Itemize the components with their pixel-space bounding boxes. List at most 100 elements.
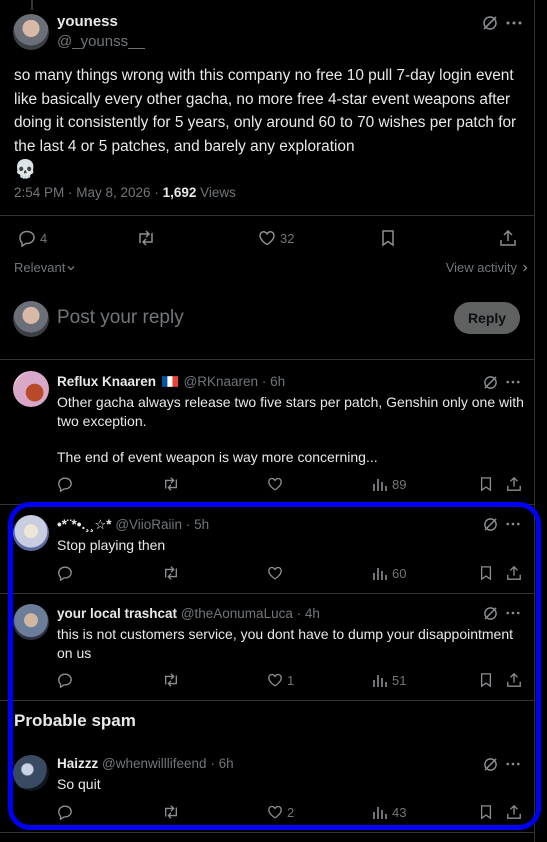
views-action[interactable]: 43 [372,804,406,820]
views-action[interactable]: 60 [372,565,406,581]
grok-icon[interactable] [481,515,499,533]
repost-action[interactable] [162,476,180,492]
reply-avatar[interactable] [13,371,49,407]
views-count: 51 [392,672,407,688]
share-action[interactable] [506,476,522,492]
reply-time[interactable]: 6h [219,756,234,771]
own-avatar[interactable] [13,301,49,337]
bookmark-action[interactable] [380,229,396,247]
bookmark-icon [480,805,492,820]
views-count: 1,692 [162,185,197,200]
reply-avatar[interactable] [13,515,49,551]
like-action[interactable]: 1 [267,672,294,688]
reply-handle[interactable]: @whenwilllifeend [102,756,207,771]
author-name[interactable]: youness [57,13,118,30]
reply-action[interactable] [57,672,73,688]
reply-header: Reflux Knaaren @RKnaaren · 6h [57,374,285,389]
repost-action[interactable] [162,804,180,820]
share-icon [507,476,521,491]
reply-handle[interactable]: @theAonumaLuca [181,606,293,621]
like-action[interactable]: 2 [267,804,294,820]
reply-time[interactable]: 4h [305,606,320,621]
share-action[interactable] [506,565,522,581]
more-options-icon[interactable] [504,755,522,773]
reply-author[interactable]: Reflux Knaaren [57,374,156,389]
post-timestamp[interactable]: 2:54 PM · May 8, 2026 · [14,185,163,200]
reply-author[interactable]: Haizzz [57,756,98,771]
share-icon [507,565,521,580]
reply-action[interactable] [57,565,73,581]
more-options-icon[interactable] [504,515,522,533]
views-action[interactable]: 51 [372,672,406,688]
reply-header: •*¨*•.¸¸☆* @ViioRaiin · 5h [57,517,209,533]
reply-time[interactable]: 5h [194,517,209,532]
grok-icon[interactable] [481,755,499,773]
bookmark-action[interactable] [479,565,493,581]
post-thread: youness @_younss__ so many things wrong … [0,0,547,842]
analytics-icon [373,568,387,580]
share-action[interactable] [506,804,522,820]
repost-icon [165,566,177,580]
bookmark-action[interactable] [479,476,493,492]
bookmark-action[interactable] [479,804,493,820]
reply-body: Other gacha always release two five star… [57,393,527,467]
chevron-right-icon [523,264,528,271]
like-count: 32 [280,230,295,246]
reply-avatar[interactable] [13,604,49,640]
like-action[interactable]: 32 [258,229,294,247]
share-icon [507,804,521,819]
reply-time[interactable]: 6h [270,374,285,389]
share-action[interactable] [506,672,522,688]
reply-action[interactable] [57,476,73,492]
reply-action[interactable]: 4 [18,229,47,247]
repost-icon [165,477,177,491]
share-action[interactable] [499,229,517,247]
author-handle[interactable]: @_younss__ [57,33,145,50]
repost-icon [139,230,153,246]
like-count: 2 [287,804,295,820]
grok-icon[interactable] [480,13,500,33]
analytics-icon [373,479,387,491]
post-meta: 2:54 PM · May 8, 2026 · 1,692 Views [14,185,236,200]
share-icon [507,672,521,687]
divider [0,359,534,360]
separator: · [296,606,302,621]
views-count: 43 [392,804,407,820]
reply-button[interactable]: Reply [454,302,520,334]
author-avatar[interactable] [13,14,49,50]
grok-icon[interactable] [481,373,499,391]
more-options-icon[interactable] [504,13,524,33]
reply-icon [58,673,72,688]
reply-avatar[interactable] [13,755,49,791]
grok-icon[interactable] [481,604,499,622]
sort-dropdown[interactable]: Relevant [14,260,76,275]
reply-handle[interactable]: @RKnaaren [184,374,259,389]
reply-action[interactable] [57,804,73,820]
repost-action[interactable] [162,672,180,688]
reply-action-bar: 60 [0,565,534,587]
reply-handle[interactable]: @ViioRaiin [115,517,182,532]
views-action[interactable]: 89 [372,476,406,492]
view-activity-link[interactable]: View activity [446,260,530,275]
reply-icon [58,477,72,492]
reply-text: So quit [57,776,101,792]
more-options-icon[interactable] [504,604,522,622]
repost-action[interactable] [162,565,180,581]
heart-icon [268,477,282,491]
reply-text: this is not customers service, you dont … [57,626,514,661]
separator: · [185,517,191,532]
like-action[interactable] [267,565,283,581]
main-action-bar: 4 32 [0,229,534,251]
views-count: 89 [392,476,407,492]
reply-author[interactable]: •*¨*•.¸¸☆* [57,517,112,532]
divider [0,215,534,216]
like-action[interactable] [267,476,283,492]
more-options-icon[interactable] [504,373,522,391]
analytics-icon [373,675,387,687]
reply-author[interactable]: your local trashcat [57,606,177,621]
repost-action[interactable] [136,229,156,247]
like-count: 1 [287,672,295,688]
post-text: so many things wrong with this company n… [14,67,517,155]
reply-input[interactable]: Post your reply [57,307,184,329]
bookmark-action[interactable] [479,672,493,688]
